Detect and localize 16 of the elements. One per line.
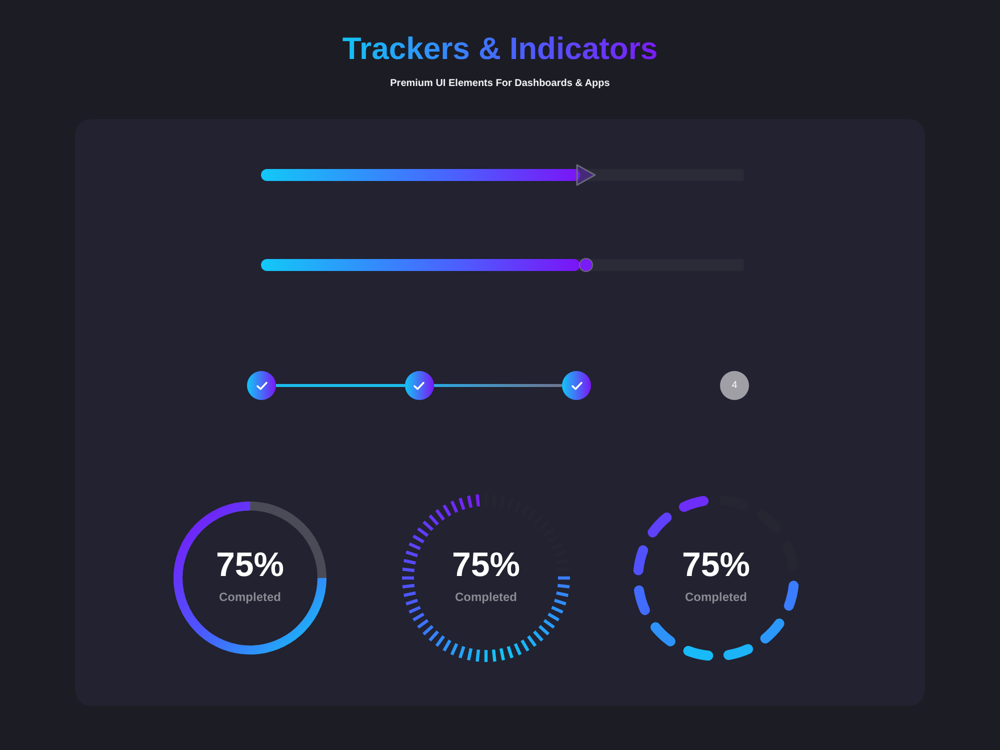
slider-thumb[interactable] bbox=[579, 258, 594, 272]
step-circle[interactable] bbox=[404, 371, 434, 400]
percent-value: 75% bbox=[682, 546, 750, 584]
step-circle[interactable] bbox=[562, 371, 592, 400]
percent-value: 75% bbox=[216, 546, 284, 584]
step-circle[interactable]: 4 bbox=[720, 371, 750, 400]
check-icon bbox=[413, 380, 426, 390]
progress-caption: Completed bbox=[684, 590, 747, 604]
check-icon bbox=[256, 380, 268, 390]
percent-value: 75% bbox=[452, 546, 520, 584]
check-icon bbox=[570, 380, 583, 390]
page-subtitle: Premium UI Elements For Dashboards & Apps bbox=[390, 78, 610, 89]
step-circle[interactable] bbox=[247, 371, 276, 400]
progress-caption: Completed bbox=[218, 590, 281, 604]
slider-thumb[interactable] bbox=[576, 164, 596, 186]
progress-caption: Completed bbox=[454, 590, 517, 604]
